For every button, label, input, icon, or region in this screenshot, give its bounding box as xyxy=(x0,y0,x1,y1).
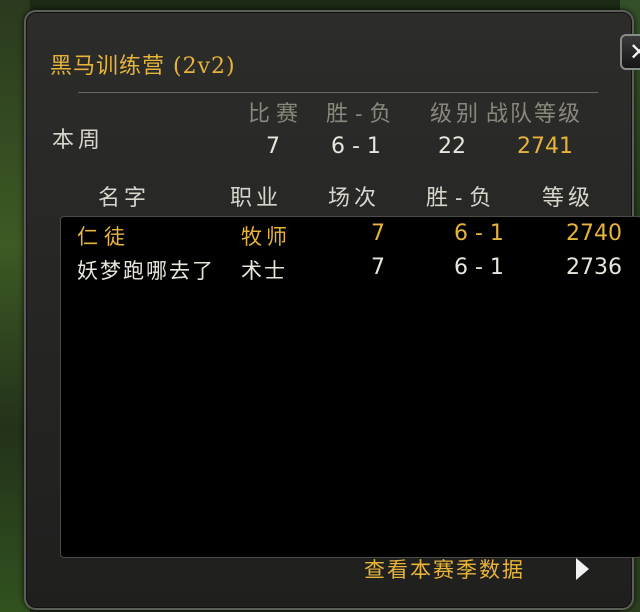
member-win-loss: 6 - 1 xyxy=(454,255,504,280)
column-header-name: 名字 xyxy=(98,186,151,211)
header-team-rating: 战队等级 xyxy=(486,102,583,127)
member-name: 妖梦跑哪去了 xyxy=(77,259,215,283)
member-rating: 2736 xyxy=(566,255,622,280)
header-weekly-win-loss: 胜 - 负 xyxy=(326,102,392,127)
member-class: 术士 xyxy=(241,259,287,283)
member-name: 仁徒 xyxy=(77,225,131,249)
arena-team-panel: 黑马训练营 (2v2) ✕ 比赛 胜 - 负 级别 战队等级 本周 7 6 - … xyxy=(24,10,640,610)
close-icon: ✕ xyxy=(628,38,640,66)
header-rank: 级别 xyxy=(430,102,483,127)
title-divider xyxy=(78,92,598,93)
table-row[interactable]: 妖梦跑哪去了 术士 7 6 - 1 2736 xyxy=(61,251,640,285)
week-label: 本周 xyxy=(52,128,105,153)
column-header-class: 职业 xyxy=(230,186,283,211)
team-title: 黑马训练营 (2v2) xyxy=(50,54,236,79)
column-header-win-loss: 胜 - 负 xyxy=(426,186,492,211)
view-season-stats-link[interactable]: 查看本赛季数据 xyxy=(364,554,525,584)
member-games: 7 xyxy=(371,255,385,280)
member-win-loss: 6 - 1 xyxy=(454,221,504,246)
weekly-win-loss-value: 6 - 1 xyxy=(331,134,381,159)
roster-list: 仁徒 牧师 7 6 - 1 2740 妖梦跑哪去了 术士 7 6 - 1 273… xyxy=(60,216,640,558)
weekly-matches-value: 7 xyxy=(266,134,280,159)
column-header-games: 场次 xyxy=(328,186,381,211)
play-arrow-icon[interactable] xyxy=(576,558,589,580)
close-button[interactable]: ✕ xyxy=(620,34,640,70)
weekly-team-rating-value: 2741 xyxy=(517,134,573,159)
column-header-rating: 等级 xyxy=(542,186,595,211)
member-games: 7 xyxy=(371,221,385,246)
table-row[interactable]: 仁徒 牧师 7 6 - 1 2740 xyxy=(61,217,640,251)
header-matches: 比赛 xyxy=(248,102,305,127)
weekly-rank-value: 22 xyxy=(438,134,466,159)
member-class: 牧师 xyxy=(241,225,291,249)
member-rating: 2740 xyxy=(566,221,622,246)
